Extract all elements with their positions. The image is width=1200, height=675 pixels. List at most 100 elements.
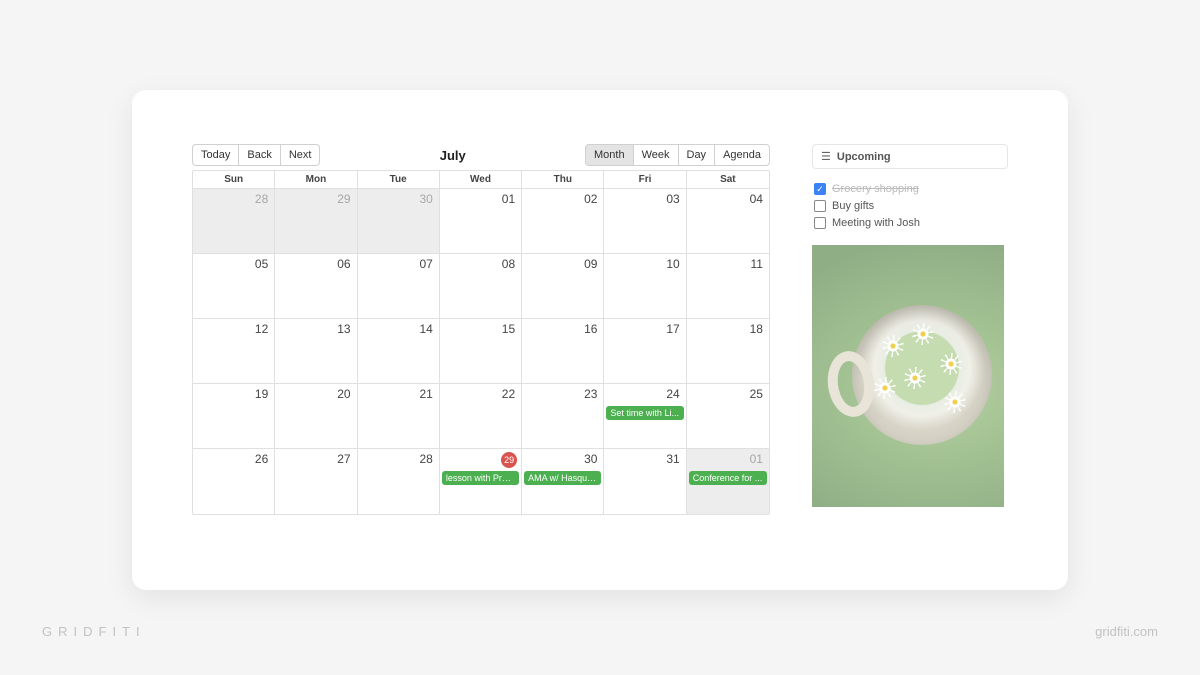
upcoming-label: Upcoming — [837, 151, 891, 163]
app-card: Today Back Next July Month Week Day Agen… — [132, 90, 1068, 590]
checkbox-unchecked-icon[interactable] — [814, 217, 826, 229]
todo-label: Meeting with Josh — [832, 217, 920, 229]
date-number: 18 — [750, 322, 763, 336]
todo-item[interactable]: Meeting with Josh — [812, 217, 1008, 229]
calendar-week: 26 27 28 29 lesson with Prof... 30 AMA w/ Hasq… — [193, 449, 769, 514]
calendar-event[interactable]: Set time with Li... — [606, 406, 683, 420]
view-day-button[interactable]: Day — [679, 144, 716, 166]
back-button[interactable]: Back — [239, 144, 280, 166]
calendar-cell[interactable]: 06 — [275, 254, 357, 318]
day-header-cell: Wed — [440, 171, 522, 188]
calendar-cell[interactable]: 27 — [275, 449, 357, 514]
calendar-cell[interactable]: 15 — [440, 319, 522, 383]
calendar-cell[interactable]: 13 — [275, 319, 357, 383]
month-title: July — [440, 148, 466, 163]
checkbox-checked-icon[interactable]: ✓ — [814, 183, 826, 195]
date-number: 01 — [750, 452, 763, 466]
view-month-button[interactable]: Month — [585, 144, 634, 166]
list-icon: ☰ — [821, 150, 831, 163]
date-number: 25 — [750, 387, 763, 401]
calendar-grid: SunMonTueWedThuFriSat 282930010203040506… — [192, 170, 770, 515]
date-number: 10 — [666, 257, 679, 271]
calendar-cell[interactable]: 04 — [687, 189, 769, 253]
date-number: 30 — [419, 192, 432, 206]
date-number: 08 — [502, 257, 515, 271]
date-number: 09 — [584, 257, 597, 271]
view-week-button[interactable]: Week — [634, 144, 679, 166]
calendar-panel: Today Back Next July Month Week Day Agen… — [192, 144, 770, 550]
calendar-cell[interactable]: 08 — [440, 254, 522, 318]
calendar-event[interactable]: lesson with Prof... — [442, 471, 519, 485]
date-number: 12 — [255, 322, 268, 336]
todo-list: ✓Grocery shopping Buy gifts Meeting with J… — [812, 183, 1008, 229]
calendar-cell[interactable]: 11 — [687, 254, 769, 318]
date-number: 14 — [419, 322, 432, 336]
date-number: 19 — [255, 387, 268, 401]
day-header-cell: Thu — [522, 171, 604, 188]
todo-item[interactable]: ✓Grocery shopping — [812, 183, 1008, 195]
calendar-cell[interactable]: 20 — [275, 384, 357, 448]
date-number: 05 — [255, 257, 268, 271]
calendar-week: 12 13 14 15 16 17 18 — [193, 319, 769, 384]
calendar-cell[interactable]: 28 — [358, 449, 440, 514]
calendar-cell[interactable]: 07 — [358, 254, 440, 318]
calendar-cell[interactable]: 05 — [193, 254, 275, 318]
calendar-cell[interactable]: 25 — [687, 384, 769, 448]
calendar-cell[interactable]: 01 — [440, 189, 522, 253]
calendar-week: 19 20 21222324Set time with Li... 25 — [193, 384, 769, 449]
calendar-cell[interactable]: 29 — [275, 189, 357, 253]
date-number: 16 — [584, 322, 597, 336]
date-number: 31 — [666, 452, 679, 466]
decorative-image — [812, 245, 1004, 507]
calendar-cell[interactable]: 23 — [522, 384, 604, 448]
date-number: 01 — [502, 192, 515, 206]
todo-item[interactable]: Buy gifts — [812, 200, 1008, 212]
calendar-cell[interactable]: 29 lesson with Prof... — [440, 449, 522, 514]
day-header-cell: Tue — [358, 171, 440, 188]
date-number: 03 — [666, 192, 679, 206]
checkbox-unchecked-icon[interactable] — [814, 200, 826, 212]
date-number: 06 — [337, 257, 350, 271]
calendar-cell[interactable]: 21 — [358, 384, 440, 448]
calendar-cell[interactable]: 14 — [358, 319, 440, 383]
date-number: 02 — [584, 192, 597, 206]
calendar-cell[interactable]: 10 — [604, 254, 686, 318]
date-number: 20 — [337, 387, 350, 401]
today-button[interactable]: Today — [192, 144, 239, 166]
date-number: 28 — [255, 192, 268, 206]
calendar-cell[interactable]: 18 — [687, 319, 769, 383]
calendar-cell[interactable]: 30 — [358, 189, 440, 253]
todo-label: Buy gifts — [832, 200, 874, 212]
calendar-cell[interactable]: 30 AMA w/ Hasque... — [522, 449, 604, 514]
calendar-cell[interactable]: 19 — [193, 384, 275, 448]
calendar-cell[interactable]: 16 — [522, 319, 604, 383]
calendar-cell[interactable]: 24Set time with Li... — [604, 384, 686, 448]
view-agenda-button[interactable]: Agenda — [715, 144, 770, 166]
calendar-cell[interactable]: 12 — [193, 319, 275, 383]
date-number: 11 — [751, 257, 763, 271]
calendar-cell[interactable]: 26 — [193, 449, 275, 514]
calendar-weeks: 28 29 30 01 02 03 04 05 06 07 08 09 10 11 12 13 14 15 16 17… — [193, 189, 769, 514]
calendar-cell[interactable]: 01 Conference for ... — [687, 449, 769, 514]
calendar-event[interactable]: AMA w/ Hasque... — [524, 471, 601, 485]
date-number: 28 — [419, 452, 432, 466]
today-marker: 29 — [501, 452, 517, 468]
date-number: 30 — [584, 452, 597, 466]
day-header-cell: Mon — [275, 171, 357, 188]
upcoming-header[interactable]: ☰ Upcoming — [812, 144, 1008, 169]
calendar-cell[interactable]: 09 — [522, 254, 604, 318]
calendar-toolbar: Today Back Next July Month Week Day Agen… — [192, 144, 770, 166]
calendar-week: 05 06 07 08 09 10 11 — [193, 254, 769, 319]
calendar-cell[interactable]: 02 — [522, 189, 604, 253]
calendar-cell[interactable]: 22 — [440, 384, 522, 448]
day-header-cell: Fri — [604, 171, 686, 188]
calendar-cell[interactable]: 28 — [193, 189, 275, 253]
date-number: 15 — [502, 322, 515, 336]
date-number: 26 — [255, 452, 268, 466]
calendar-cell[interactable]: 31 — [604, 449, 686, 514]
calendar-event[interactable]: Conference for ... — [689, 471, 767, 485]
date-number: 17 — [666, 322, 679, 336]
calendar-cell[interactable]: 03 — [604, 189, 686, 253]
calendar-cell[interactable]: 17 — [604, 319, 686, 383]
next-button[interactable]: Next — [281, 144, 321, 166]
